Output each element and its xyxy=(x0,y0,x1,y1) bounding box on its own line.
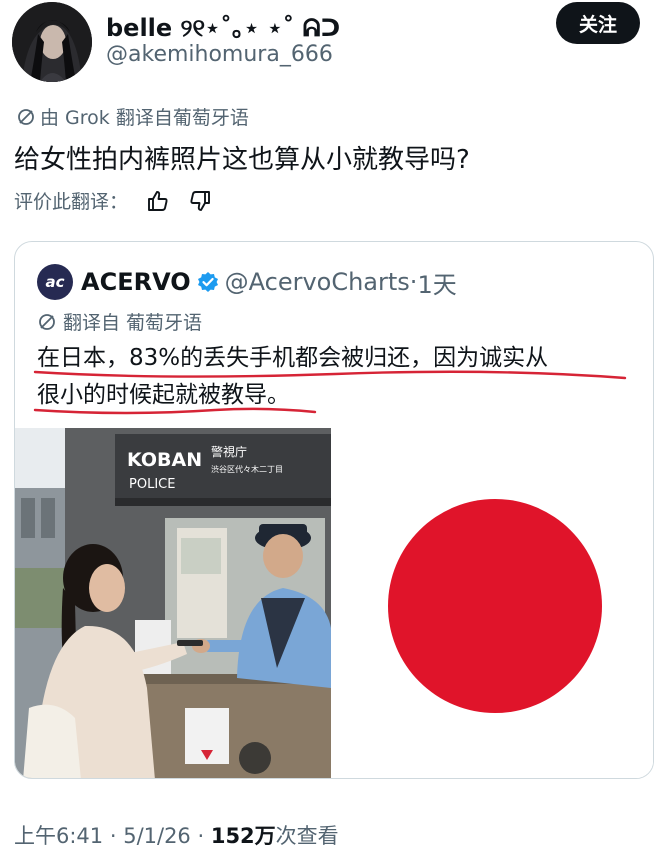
post-meta: 上午6:41 · 5/1/26 · 152万次查看 xyxy=(14,820,339,850)
flag-red-disc xyxy=(388,499,602,713)
views-label: 次查看 xyxy=(275,824,339,848)
quoted-author-handle[interactable]: @AcervoCharts xyxy=(225,268,410,296)
post-time[interactable]: 上午6:41 xyxy=(14,824,103,848)
quoted-post-text: 在日本，83%的丢失手机都会被归还，因为诚实从 很小的时候起就被教导。 xyxy=(37,340,637,414)
post-text: 给女性拍内裤照片这也算从小就教导吗? xyxy=(14,145,470,175)
author-display-name[interactable]: belle ୨୧⋆˚｡⋆ ⋆˚ ᕱᑐ xyxy=(106,8,340,43)
verified-badge-icon xyxy=(197,271,219,293)
koban-sign-text: KOBAN xyxy=(127,449,202,471)
rate-translation-label: 评价此翻译： xyxy=(14,191,129,213)
quoted-author-name[interactable]: ACERVO xyxy=(81,268,191,296)
quoted-author-avatar[interactable]: ac xyxy=(37,264,73,300)
separator-dot: · xyxy=(190,824,211,848)
quoted-text-line-1: 在日本，83%的丢失手机都会被归还，因为诚实从 xyxy=(37,345,549,371)
quoted-text-line-2: 很小的时候起就被教导。 xyxy=(37,382,290,408)
post-page: belle ୨୧⋆˚｡⋆ ⋆˚ ᕱᑐ @akemihomura_666 关注 由… xyxy=(0,0,664,850)
follow-button[interactable]: 关注 xyxy=(556,2,640,44)
quoted-post-header: ac ACERVO @AcervoCharts · 1天 xyxy=(37,264,457,300)
author-handle[interactable]: @akemihomura_666 xyxy=(106,42,333,67)
avatar[interactable] xyxy=(12,2,92,82)
translation-notice[interactable]: 由 Grok 翻译自葡萄牙语 xyxy=(16,103,249,130)
post-date[interactable]: 5/1/26 xyxy=(123,824,191,848)
thumbs-up-icon[interactable] xyxy=(146,189,170,213)
quoted-translation-notice[interactable]: 翻译自 葡萄牙语 xyxy=(37,308,202,335)
translate-icon xyxy=(18,108,34,125)
rate-translation: 评价此翻译： xyxy=(14,187,212,214)
translation-label: 由 Grok 翻译自葡萄牙语 xyxy=(40,107,249,129)
quoted-post-time[interactable]: 1天 xyxy=(417,265,456,300)
station-sign-text: 警視庁 xyxy=(211,444,247,459)
address-sign-text: 渋谷区代々木二丁目 xyxy=(211,464,283,474)
separator-dot: · xyxy=(409,268,418,296)
quoted-translation-label: 翻译自 葡萄牙语 xyxy=(63,312,203,334)
koban-photo[interactable]: KOBAN POLICE 警視庁 渋谷区代々木二丁目 xyxy=(15,428,331,778)
japan-flag-image[interactable] xyxy=(333,428,653,778)
view-count: 152万 xyxy=(210,824,276,848)
quoted-post-card[interactable]: ac ACERVO @AcervoCharts · 1天 翻译自 葡萄牙语 在日… xyxy=(14,241,654,779)
police-sign-text: POLICE xyxy=(129,477,175,492)
separator-dot: · xyxy=(103,824,124,848)
thumbs-down-icon[interactable] xyxy=(188,189,212,213)
translate-icon xyxy=(39,313,55,330)
